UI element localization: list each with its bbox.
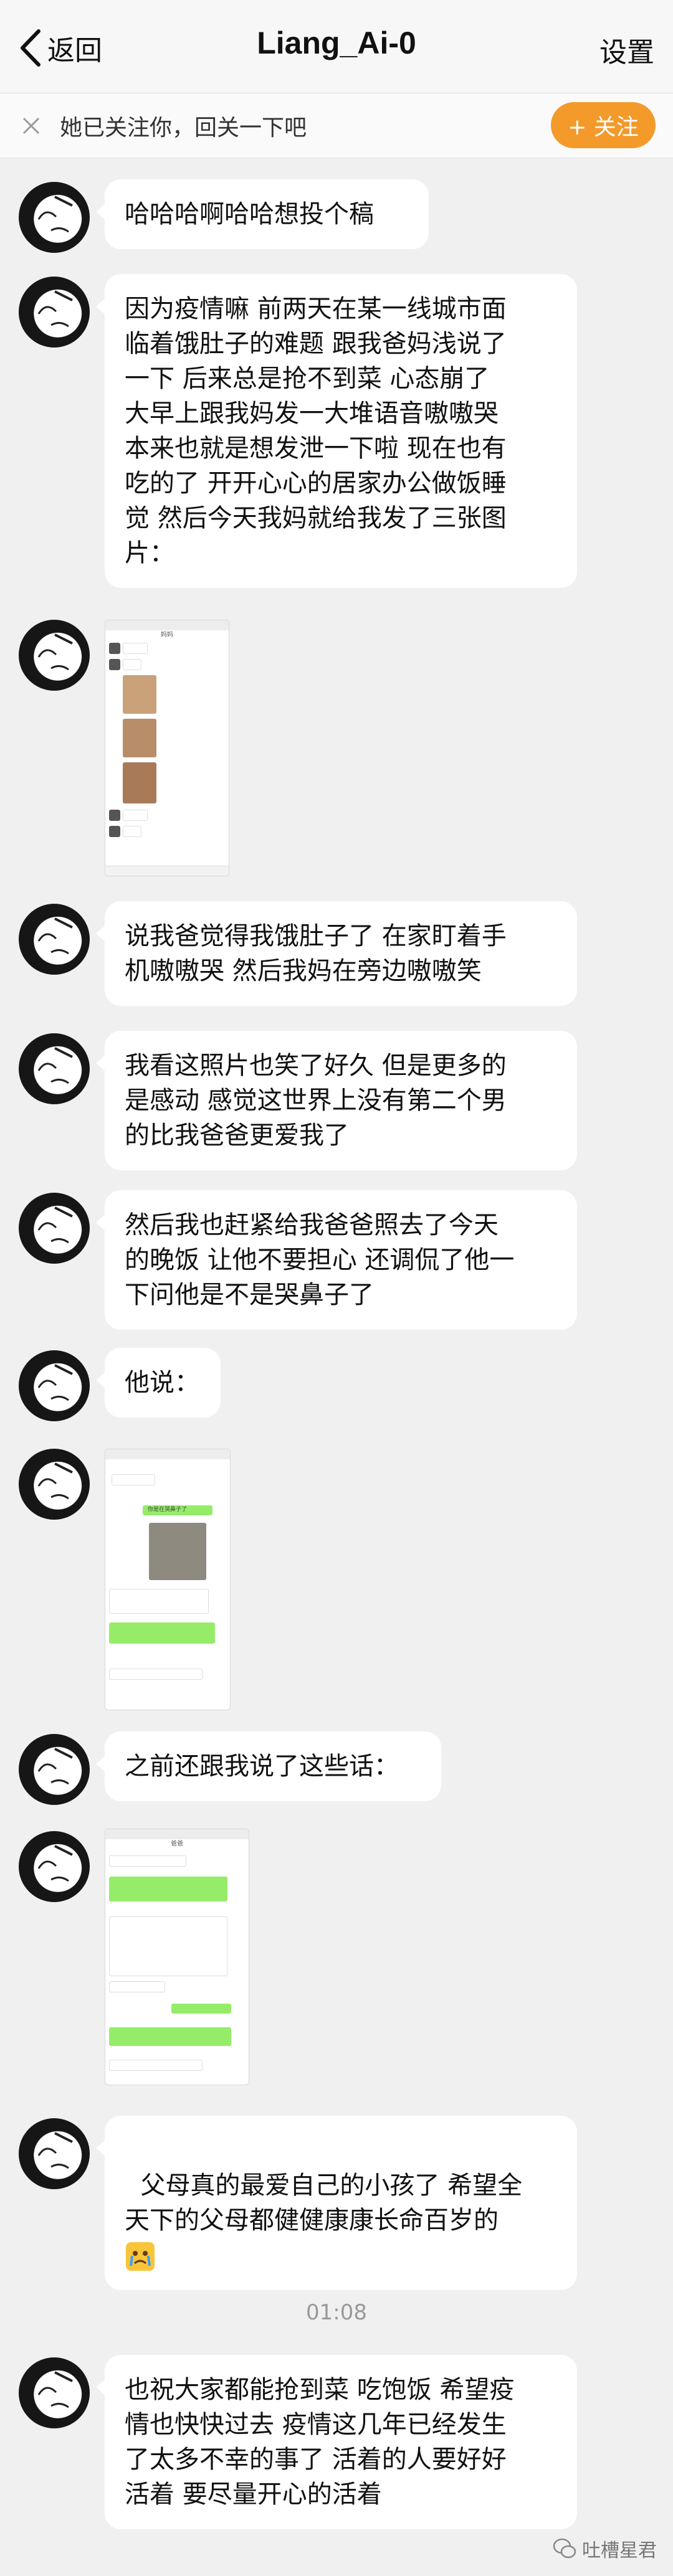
photo-thumbnail <box>123 762 156 803</box>
close-icon[interactable] <box>19 113 44 138</box>
avatar[interactable] <box>19 1033 90 1104</box>
list-item <box>109 1589 209 1614</box>
message-bubble[interactable]: 我看这照片也笑了好久 但是更多的 是感动 感觉这世界上没有第二个男 的比我爸爸更… <box>96 1031 577 1170</box>
avatar[interactable] <box>19 2357 90 2428</box>
message-bubble[interactable]: 然后我也赶紧给我爸爸照去了今天 的晚饭 让他不要担心 还调侃了他一 下问他是不是… <box>96 1190 577 1330</box>
image-caption: 你是在哭鼻子了 <box>148 1507 188 1513</box>
follow-prompt-bar: 她已关注你，回关一下吧 + 关注 <box>0 93 673 158</box>
timestamp: 01:08 <box>306 2300 367 2325</box>
watermark-text: 吐槽星君 <box>582 2540 657 2562</box>
avatar[interactable] <box>19 620 90 691</box>
follow-prompt-text: 她已关注你，回关一下吧 <box>60 115 307 141</box>
nav-bar: 返回 Liang_Ai-0 设置 <box>0 0 673 93</box>
message-bubble[interactable]: 说我爸觉得我饿肚子了 在家盯着手 机嗷嗷哭 然后我妈在旁边嗷嗷笑 <box>96 901 577 1006</box>
list-item <box>109 2060 203 2071</box>
crying-emoji-icon <box>126 2242 155 2271</box>
avatar <box>109 810 120 821</box>
message-bubble[interactable]: 父母真的最爱自己的小孩了 希望全 天下的父母都健健康康长命百岁的 <box>96 2116 577 2290</box>
avatar[interactable] <box>19 904 90 975</box>
image-message[interactable]: 你是在哭鼻子了 <box>105 1449 231 1710</box>
avatar <box>109 643 120 654</box>
avatar[interactable] <box>19 1193 90 1264</box>
list-item <box>109 1981 165 1992</box>
image-caption: 妈妈 <box>161 632 173 638</box>
image-caption: 爸爸 <box>171 1840 183 1847</box>
avatar <box>109 826 120 837</box>
image-message[interactable]: 妈妈 <box>105 620 229 876</box>
cat-photo <box>149 1523 206 1580</box>
avatar[interactable] <box>19 2118 90 2189</box>
message-bubble[interactable]: 因为疫情嘛 前两天在某一线城市面 临着饿肚子的难题 跟我爸妈浅说了 一下 后来总… <box>96 274 577 588</box>
list-item <box>109 1622 215 1644</box>
avatar[interactable] <box>19 1734 90 1805</box>
list-item <box>109 1877 227 1901</box>
image-message[interactable]: 爸爸 <box>105 1829 249 2085</box>
status-bar <box>105 1449 230 1459</box>
photo-thumbnail <box>123 719 156 757</box>
avatar[interactable] <box>19 182 90 253</box>
settings-button[interactable]: 设置 <box>599 30 654 70</box>
avatar <box>109 659 120 670</box>
list-item <box>109 1916 227 1976</box>
message-bubble[interactable]: 也祝大家都能抢到菜 吃饱饭 希望疫 情也快快过去 疫情这几年已经发生 了太多不幸… <box>96 2355 577 2529</box>
list-item <box>109 2027 231 2046</box>
page-title: Liang_Ai-0 <box>257 26 416 60</box>
input-bar <box>105 866 229 876</box>
list-item <box>171 2004 231 2014</box>
message-text: 父母真的最爱自己的小孩了 希望全 天下的父母都健健康康长命百岁的 <box>125 2171 523 2235</box>
list-item <box>112 1474 155 1485</box>
list-item <box>123 659 141 670</box>
list-item <box>123 810 148 821</box>
avatar[interactable] <box>19 1449 90 1520</box>
list-item <box>109 1855 186 1867</box>
list-item <box>123 643 148 654</box>
message-bubble[interactable]: 他说： <box>96 1348 221 1418</box>
wechat-logo-icon <box>553 2538 576 2559</box>
follow-button[interactable]: + 关注 <box>551 102 656 148</box>
list-item <box>123 826 141 837</box>
photo-thumbnail <box>123 675 156 714</box>
list-item <box>109 1669 203 1680</box>
avatar[interactable] <box>19 1350 90 1421</box>
avatar[interactable] <box>19 1831 90 1902</box>
watermark: 吐槽星君 <box>552 2535 657 2562</box>
message-bubble[interactable]: 之前还跟我说了这些话： <box>96 1731 441 1801</box>
message-bubble[interactable]: 哈哈哈啊哈哈想投个稿 <box>96 179 429 249</box>
avatar[interactable] <box>19 277 90 348</box>
